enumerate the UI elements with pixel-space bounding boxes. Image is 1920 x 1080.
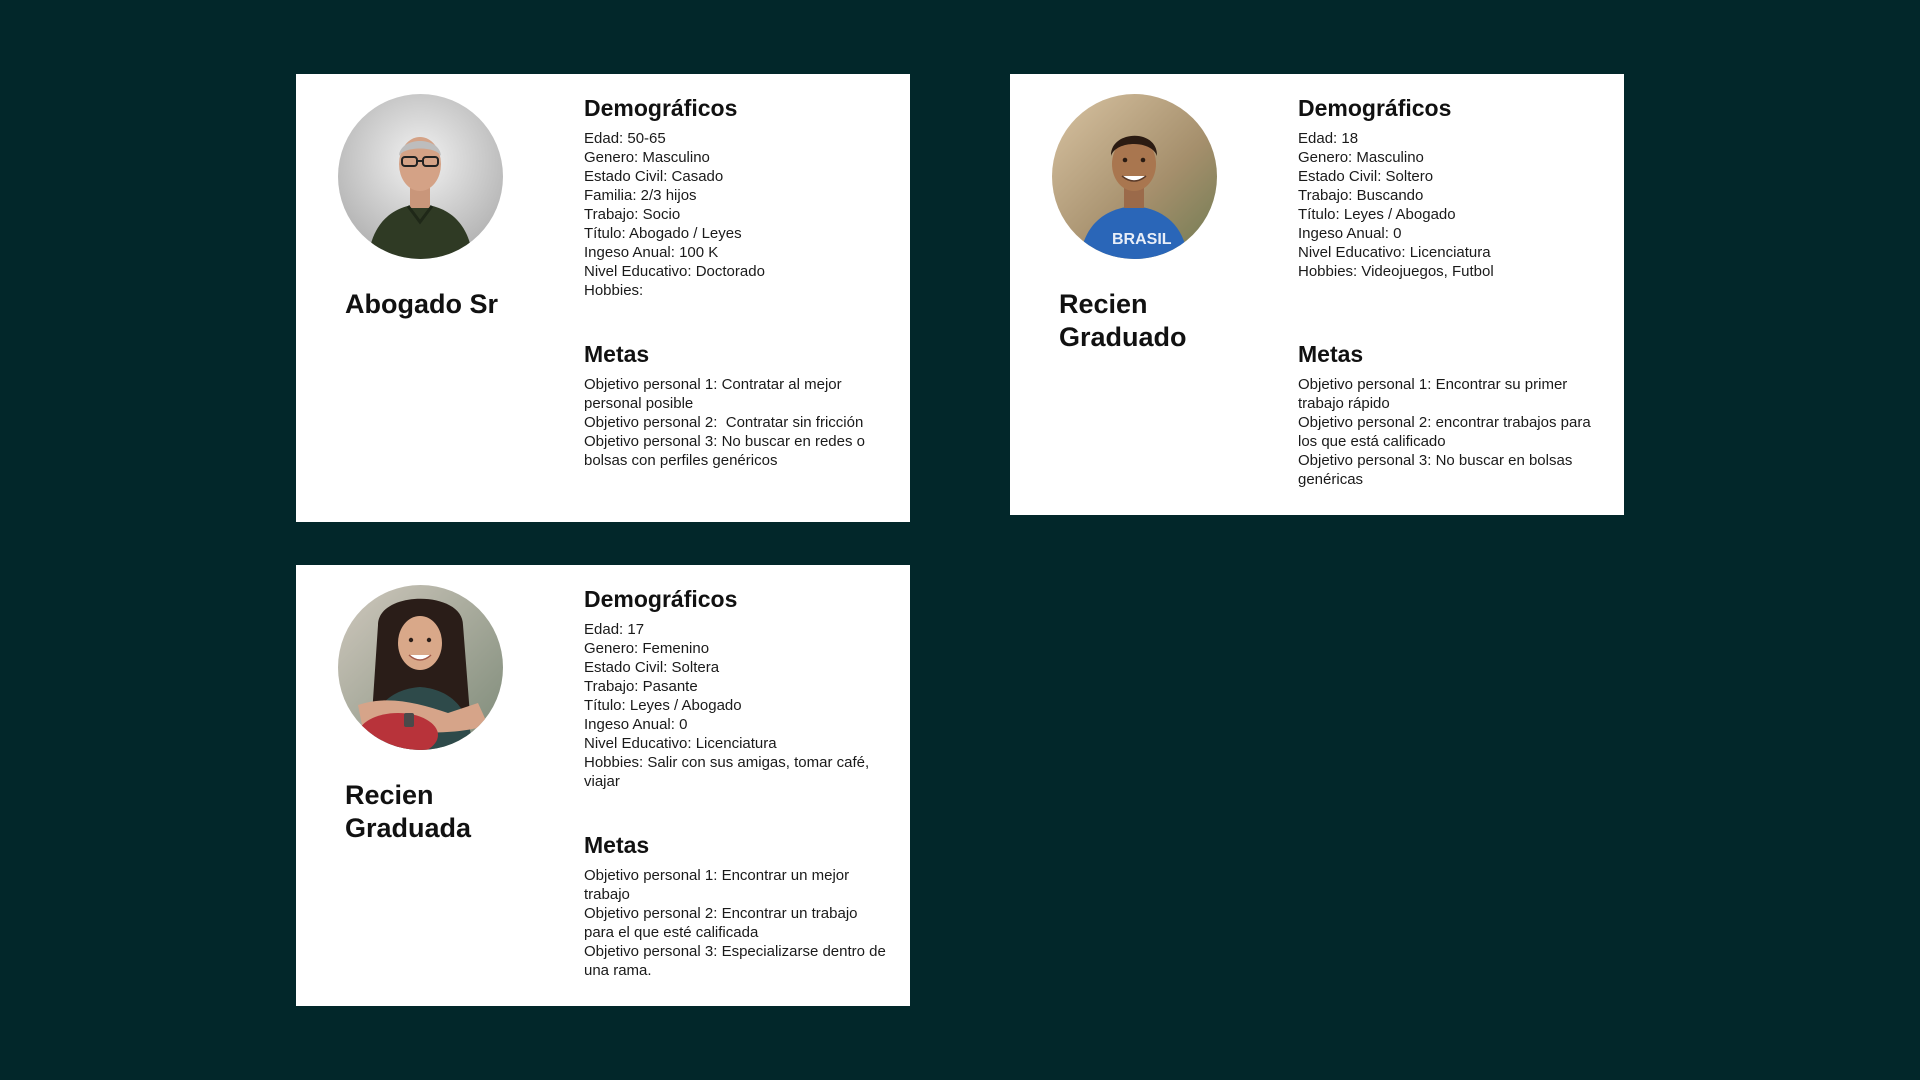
persona-photo [338, 585, 503, 750]
demographic-item: Título: Leyes / Abogado [584, 697, 742, 714]
goal-item: Objetivo personal 1: Contratar al mejor … [584, 376, 846, 412]
goals-section: Metas Objetivo personal 1: Encontrar su … [1298, 340, 1603, 489]
goal-item: Objetivo personal 3: No buscar en bolsas… [1298, 452, 1577, 488]
demographic-item: Genero: Masculino [1298, 149, 1424, 166]
persona-card-abogado-sr: Abogado Sr Demográficos Edad: 50-65 Gene… [296, 74, 910, 522]
demographics-title: Demográficos [584, 586, 738, 612]
persona-name: Recien Graduado [1059, 289, 1187, 352]
demographic-item: Título: Abogado / Leyes [584, 225, 742, 242]
demographics-list: Edad: 18 Genero: Masculino Estado Civil:… [1298, 129, 1603, 281]
goal-item: Objetivo personal 1: Encontrar un mejor … [584, 867, 854, 903]
demographics-section: Demográficos Edad: 18 Genero: Masculino … [1298, 94, 1603, 281]
goals-list: Objetivo personal 1: Encontrar su primer… [1298, 375, 1603, 489]
demographic-item: Edad: 17 [584, 621, 645, 638]
demographics-list: Edad: 17 Genero: Femenino Estado Civil: … [584, 620, 889, 791]
demographics-section: Demográficos Edad: 17 Genero: Femenino E… [584, 585, 889, 791]
demographic-item: Trabajo: Socio [584, 206, 681, 223]
demographic-item: Edad: 18 [1298, 130, 1359, 147]
persona-board: Abogado Sr Demográficos Edad: 50-65 Gene… [0, 0, 1920, 1080]
persona-name: Recien Graduada [345, 780, 472, 843]
man-glasses-photo [338, 94, 503, 259]
demographics-section: Demográficos Edad: 50-65 Genero: Masculi… [584, 94, 889, 300]
persona-card-recien-graduada: Recien Graduada Demográficos Edad: 17 Ge… [296, 565, 910, 1006]
demographic-item: Trabajo: Pasante [584, 678, 698, 695]
young-woman-photo [338, 585, 503, 750]
demographic-item: Hobbies: [584, 282, 644, 299]
demographic-item: Título: Leyes / Abogado [1298, 206, 1456, 223]
goal-item: Objetivo personal 2: encontrar trabajos … [1298, 414, 1595, 450]
persona-name: Abogado Sr [345, 289, 498, 319]
goals-list: Objetivo personal 1: Contratar al mejor … [584, 375, 889, 470]
svg-text:BRASIL: BRASIL [1112, 231, 1172, 248]
demographic-item: Ingeso Anual: 0 [584, 716, 688, 733]
persona-photo [338, 94, 503, 259]
goals-title: Metas [1298, 341, 1364, 367]
demographics-title: Demográficos [584, 95, 738, 121]
demographics-title: Demográficos [1298, 95, 1452, 121]
goals-title: Metas [584, 832, 650, 858]
demographic-item: Hobbies: Salir con sus amigas, tomar caf… [584, 754, 874, 790]
goal-item: Objetivo personal 2: Contratar sin fricc… [584, 414, 864, 431]
demographics-list: Edad: 50-65 Genero: Masculino Estado Civ… [584, 129, 889, 300]
demographic-item: Ingeso Anual: 100 K [584, 244, 719, 261]
demographic-item: Familia: 2/3 hijos [584, 187, 697, 204]
demographic-item: Estado Civil: Soltero [1298, 168, 1434, 185]
demographic-item: Estado Civil: Casado [584, 168, 724, 185]
goals-list: Objetivo personal 1: Encontrar un mejor … [584, 866, 889, 980]
demographic-item: Trabajo: Buscando [1298, 187, 1424, 204]
demographic-item: Estado Civil: Soltera [584, 659, 720, 676]
demographic-item: Ingeso Anual: 0 [1298, 225, 1402, 242]
demographic-item: Hobbies: Videojuegos, Futbol [1298, 263, 1494, 280]
goal-item: Objetivo personal 3: No buscar en redes … [584, 433, 870, 469]
goal-item: Objetivo personal 2: Encontrar un trabaj… [584, 905, 862, 941]
demographic-item: Nivel Educativo: Doctorado [584, 263, 765, 280]
goals-title: Metas [584, 341, 650, 367]
persona-photo: BRASIL [1052, 94, 1217, 259]
goals-section: Metas Objetivo personal 1: Contratar al … [584, 340, 889, 470]
demographic-item: Nivel Educativo: Licenciatura [584, 735, 777, 752]
demographic-item: Genero: Femenino [584, 640, 710, 657]
goals-section: Metas Objetivo personal 1: Encontrar un … [584, 831, 889, 980]
demographic-item: Nivel Educativo: Licenciatura [1298, 244, 1491, 261]
persona-card-recien-graduado: BRASIL Recien Graduado Demográficos Edad… [1010, 74, 1624, 515]
demographic-item: Edad: 50-65 [584, 130, 666, 147]
goal-item: Objetivo personal 3: Especializarse dent… [584, 943, 891, 979]
young-man-photo: BRASIL [1052, 94, 1217, 259]
goal-item: Objetivo personal 1: Encontrar su primer… [1298, 376, 1572, 412]
demographic-item: Genero: Masculino [584, 149, 710, 166]
